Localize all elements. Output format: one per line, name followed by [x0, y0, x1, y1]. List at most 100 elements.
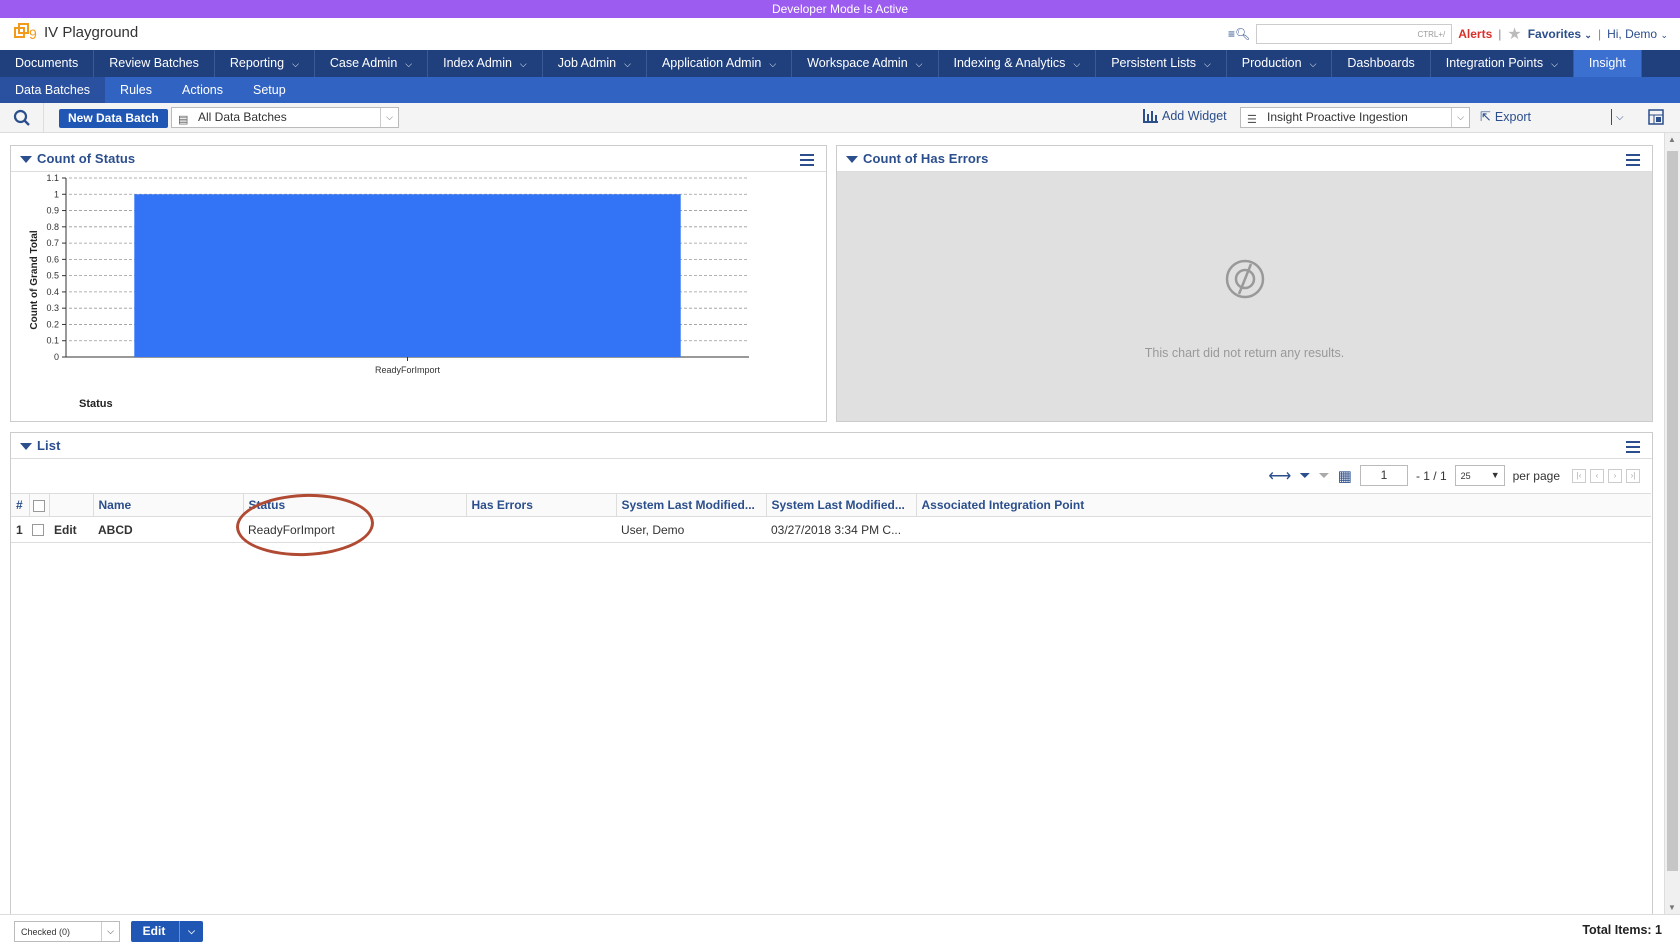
chevron-down-icon: ⌵ — [405, 59, 413, 69]
y-tick-label: 0.4 — [46, 287, 59, 297]
search-toggle-button[interactable] — [0, 103, 44, 133]
per-page-select[interactable]: 25 ▼ — [1454, 465, 1505, 486]
mass-action-footer: Checked (0) ⌵ Edit ⌵ Total Items: 1 — [0, 914, 1680, 944]
columns-grid-icon[interactable]: ▦ — [1338, 467, 1352, 485]
resize-columns-icon[interactable]: ⟷ — [1268, 466, 1291, 486]
nav-tab-dashboards[interactable]: Dashboards — [1332, 50, 1431, 77]
y-tick-label: 0.8 — [46, 222, 59, 232]
collapse-triangle-icon[interactable] — [20, 443, 32, 450]
nav-tab-production[interactable]: Production ⌵ — [1227, 50, 1333, 77]
prev-page-icon[interactable]: ‹ — [1590, 468, 1604, 483]
nav-tab-label: Index Admin — [443, 56, 512, 70]
select-all-checkbox-cell — [29, 493, 50, 517]
y-tick-label: 0.7 — [46, 238, 59, 248]
alerts-link[interactable]: Alerts — [1458, 27, 1492, 41]
bar-readyforimport — [134, 194, 681, 357]
user-menu[interactable]: Hi, Demo ⌄ — [1607, 27, 1668, 41]
sliders-icon: ☰ — [1247, 114, 1257, 126]
no-results-icon — [1225, 259, 1265, 299]
chevron-down-icon: ⌄ — [1584, 30, 1592, 40]
subnav-tab-actions[interactable]: Actions — [167, 77, 238, 103]
divider: | — [1597, 27, 1602, 41]
nav-tab-application-admin[interactable]: Application Admin ⌵ — [647, 50, 793, 77]
scroll-up-icon[interactable]: ▲ — [1668, 135, 1676, 144]
subnav-tab-data-batches[interactable]: Data Batches — [0, 77, 106, 103]
chevron-down-icon: ⌄ — [1660, 30, 1668, 40]
last-page-icon[interactable]: ›| — [1626, 468, 1640, 483]
chevron-down-icon: ⌵ — [1551, 59, 1558, 69]
panel-menu-icon[interactable] — [1626, 441, 1640, 456]
chevron-down-icon[interactable]: ⌵ — [179, 921, 203, 942]
nav-tab-integration-points[interactable]: Integration Points ⌵ — [1431, 50, 1574, 77]
nav-tab-job-admin[interactable]: Job Admin ⌵ — [543, 50, 647, 77]
column-header-has-errors[interactable]: Has Errors — [466, 493, 617, 517]
nav-tab-persistent-lists[interactable]: Persistent Lists ⌵ — [1096, 50, 1227, 77]
nav-tab-reporting[interactable]: Reporting ⌵ — [215, 50, 315, 77]
panel-menu-icon[interactable] — [800, 154, 814, 169]
app-logo[interactable]: 9 IV Playground — [14, 23, 138, 42]
toolbar: New Data Batch ▤ All Data Batches ⌵ Add … — [0, 103, 1680, 133]
column-header-name[interactable]: Name — [93, 493, 244, 517]
row-checkbox[interactable] — [32, 524, 44, 537]
column-header-integration-point[interactable]: Associated Integration Point — [916, 493, 1651, 517]
scrollbar-thumb[interactable] — [1667, 151, 1678, 871]
nav-tab-label: Dashboards — [1347, 56, 1415, 70]
app-header: 9 IV Playground ≡🔍︎ CTRL+/ Alerts | ★ Fa… — [0, 18, 1680, 50]
favorites-label: Favorites — [1527, 27, 1582, 41]
chevron-down-icon: ⌵ — [380, 108, 398, 127]
panel-menu-icon[interactable] — [1626, 154, 1640, 169]
y-tick-label: 0.1 — [46, 336, 59, 346]
nav-tab-insight[interactable]: Insight — [1573, 50, 1642, 77]
page-scrollbar[interactable]: ▲ ▼ — [1664, 133, 1680, 914]
nav-tab-label: Review Batches — [109, 56, 199, 70]
first-page-icon[interactable]: |‹ — [1572, 468, 1586, 483]
row-edit-link[interactable]: Edit — [49, 516, 93, 543]
dashboard-select[interactable]: ☰ Insight Proactive Ingestion ⌵ — [1240, 107, 1470, 128]
export-dropdown-button[interactable]: ⌵ — [1611, 109, 1624, 125]
y-tick-label: 1 — [54, 189, 59, 199]
filter-icon[interactable]: ⏷ — [1299, 467, 1310, 484]
add-widget-label: Add Widget — [1162, 109, 1227, 123]
favorites-menu[interactable]: Favorites ⌄ — [1528, 27, 1592, 41]
chevron-down-icon: ⌵ — [1616, 111, 1624, 123]
column-header-modified-by[interactable]: System Last Modified... — [616, 493, 767, 517]
quick-search-icon[interactable]: ≡🔍︎ — [1228, 27, 1250, 41]
nav-tab-label: Reporting — [229, 56, 285, 70]
collapse-triangle-icon[interactable] — [846, 156, 858, 163]
status-bar-chart: Count of Grand Total Status 0 0.1 0.2 0.3 0.… — [29, 173, 749, 410]
column-header-modified-on[interactable]: System Last Modified... — [766, 493, 917, 517]
x-tick-label: ReadyForImport — [375, 365, 441, 375]
add-widget-button[interactable]: Add Widget — [1143, 109, 1227, 123]
count-of-has-errors-panel: Count of Has Errors This chart did not r… — [836, 145, 1653, 422]
nav-tab-documents[interactable]: Documents — [0, 50, 95, 77]
subnav-tab-rules[interactable]: Rules — [105, 77, 167, 103]
dashboard-layout-button[interactable] — [1648, 109, 1664, 125]
y-tick-label: 0 — [54, 352, 59, 362]
quick-search-input[interactable]: CTRL+/ — [1256, 24, 1453, 44]
view-select[interactable]: ▤ All Data Batches ⌵ — [171, 107, 399, 128]
page-number-input[interactable]: 1 — [1359, 465, 1408, 486]
select-all-checkbox[interactable] — [32, 499, 45, 512]
column-header-number: # — [11, 493, 30, 517]
svg-text:9: 9 — [29, 26, 37, 41]
checked-items-select[interactable]: Checked (0) ⌵ — [14, 921, 120, 942]
star-icon[interactable]: ★ — [1507, 24, 1521, 44]
nav-tab-workspace-admin[interactable]: Workspace Admin ⌵ — [792, 50, 939, 77]
collapse-triangle-icon[interactable] — [20, 156, 32, 163]
nav-tab-case-admin[interactable]: Case Admin ⌵ — [315, 50, 429, 77]
export-button[interactable]: ⇱ Export — [1480, 109, 1531, 125]
row-name-link[interactable]: ABCD — [93, 516, 243, 543]
scroll-down-icon[interactable]: ▼ — [1668, 903, 1676, 912]
nav-tab-label: Persistent Lists — [1111, 56, 1196, 70]
chevron-down-icon: ⌵ — [624, 59, 631, 69]
nav-tab-review-batches[interactable]: Review Batches — [94, 50, 215, 77]
nav-tab-index-admin[interactable]: Index Admin ⌵ — [428, 50, 543, 77]
next-page-icon[interactable]: › — [1608, 468, 1622, 483]
y-tick-label: 0.6 — [46, 254, 59, 264]
subnav-tab-setup[interactable]: Setup — [238, 77, 301, 103]
clear-filter-icon[interactable]: ⏷ — [1319, 467, 1330, 484]
mass-edit-button[interactable]: Edit ⌵ — [131, 921, 203, 942]
new-data-batch-button[interactable]: New Data Batch — [59, 109, 168, 128]
nav-tab-label: Workspace Admin — [807, 56, 908, 70]
nav-tab-indexing-analytics[interactable]: Indexing & Analytics ⌵ — [939, 50, 1097, 77]
